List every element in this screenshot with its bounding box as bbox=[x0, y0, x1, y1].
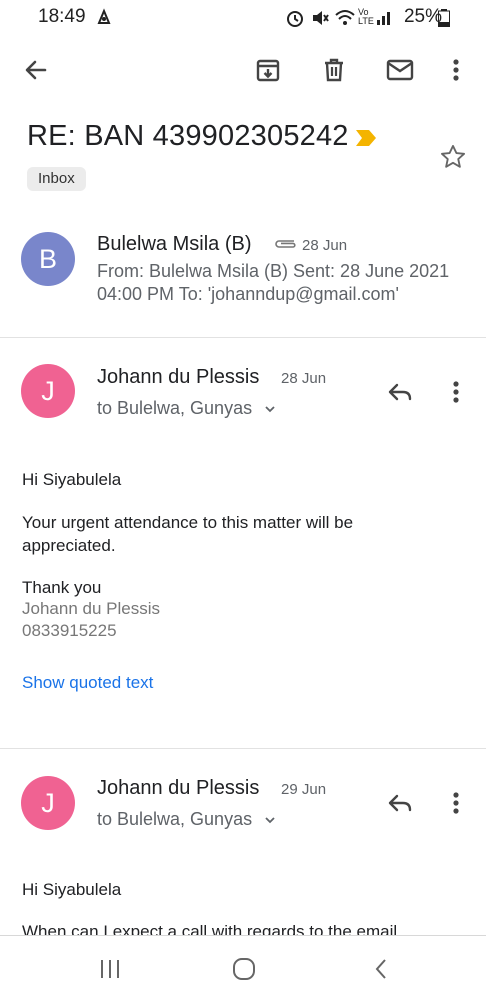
message-more-button[interactable] bbox=[436, 783, 476, 823]
message-body-clip: When can I expect a call with regards to… bbox=[0, 918, 486, 935]
home-icon bbox=[233, 958, 255, 980]
home-button[interactable] bbox=[232, 957, 256, 986]
star-icon[interactable] bbox=[439, 143, 467, 176]
mark-unread-button[interactable] bbox=[380, 50, 420, 90]
sender-name: Bulelwa Msila (B) bbox=[97, 233, 252, 255]
signature-name: Johann du Plessis bbox=[22, 599, 160, 618]
signature-phone: 0833915225 bbox=[22, 621, 117, 640]
message-date: 28 Jun bbox=[281, 370, 327, 387]
label-chip-inbox[interactable]: Inbox bbox=[27, 167, 86, 191]
message-greeting: Hi Siyabulela bbox=[22, 880, 122, 899]
back-chevron-icon bbox=[375, 959, 386, 979]
message-more-button[interactable] bbox=[436, 372, 476, 412]
reply-icon bbox=[388, 383, 412, 401]
message-closing: Thank you bbox=[22, 578, 102, 597]
battery-percent: 25% bbox=[403, 6, 442, 27]
more-vert-icon bbox=[453, 792, 459, 814]
system-nav-bar bbox=[0, 940, 486, 1000]
sender-name: Johann du Plessis bbox=[97, 366, 260, 388]
back-nav-button[interactable] bbox=[372, 957, 390, 986]
message-greeting: Hi Siyabulela bbox=[22, 470, 122, 489]
alarm-icon bbox=[285, 8, 305, 34]
recent-apps-button[interactable] bbox=[98, 958, 122, 985]
message-body-line: appreciated. bbox=[22, 536, 116, 555]
show-quoted-text-link[interactable]: Show quoted text bbox=[22, 673, 153, 693]
message-snippet-line2: 04:00 PM To: 'johanndup@gmail.com' bbox=[97, 284, 399, 304]
recipients[interactable]: to Bulelwa, Gunyas bbox=[97, 398, 252, 419]
recipients[interactable]: to Bulelwa, Gunyas bbox=[97, 809, 252, 830]
battery-icon bbox=[438, 9, 450, 33]
mail-icon bbox=[386, 59, 414, 81]
signal-icon bbox=[376, 8, 394, 32]
more-vert-icon bbox=[453, 381, 459, 403]
avatar: J bbox=[21, 776, 75, 830]
message-body-line: Your urgent attendance to this matter wi… bbox=[22, 513, 354, 532]
more-options-button[interactable] bbox=[436, 50, 476, 90]
recents-icon bbox=[101, 960, 119, 978]
important-marker-icon[interactable] bbox=[354, 128, 378, 153]
chevron-down-icon[interactable] bbox=[263, 813, 277, 832]
message-body-line: When can I expect a call with regards to… bbox=[22, 922, 398, 935]
chevron-down-icon[interactable] bbox=[263, 402, 277, 421]
reply-button[interactable] bbox=[380, 372, 420, 412]
status-bar: 18:49 Vo LTE 25% bbox=[0, 0, 486, 36]
email-subject: RE: BAN 439902305242 bbox=[27, 120, 349, 152]
delete-button[interactable] bbox=[314, 50, 354, 90]
avatar: B bbox=[21, 232, 75, 286]
message-date: 29 Jun bbox=[281, 781, 327, 798]
collapsed-message[interactable]: B Bulelwa Msila (B) 28 Jun From: Bulelwa… bbox=[0, 218, 486, 336]
wifi-icon bbox=[334, 8, 356, 34]
divider bbox=[0, 935, 486, 936]
more-vert-icon bbox=[453, 59, 459, 81]
reply-icon bbox=[388, 794, 412, 812]
message-date: 28 Jun bbox=[302, 237, 348, 254]
message-snippet: From: Bulelwa Msila (B) Sent: 28 June 20… bbox=[97, 261, 450, 281]
status-time: 18:49 bbox=[38, 6, 86, 27]
archive-button[interactable] bbox=[248, 50, 288, 90]
mute-icon bbox=[310, 8, 330, 34]
avatar: J bbox=[21, 364, 75, 418]
reply-button[interactable] bbox=[380, 783, 420, 823]
archive-icon bbox=[256, 59, 280, 82]
back-button[interactable] bbox=[16, 50, 56, 90]
trash-icon bbox=[325, 58, 343, 82]
attachment-icon bbox=[272, 237, 298, 256]
volte-icon: Vo LTE bbox=[358, 7, 374, 26]
notification-icon bbox=[95, 8, 113, 32]
back-arrow-icon bbox=[25, 60, 47, 80]
sender-name: Johann du Plessis bbox=[97, 777, 260, 799]
